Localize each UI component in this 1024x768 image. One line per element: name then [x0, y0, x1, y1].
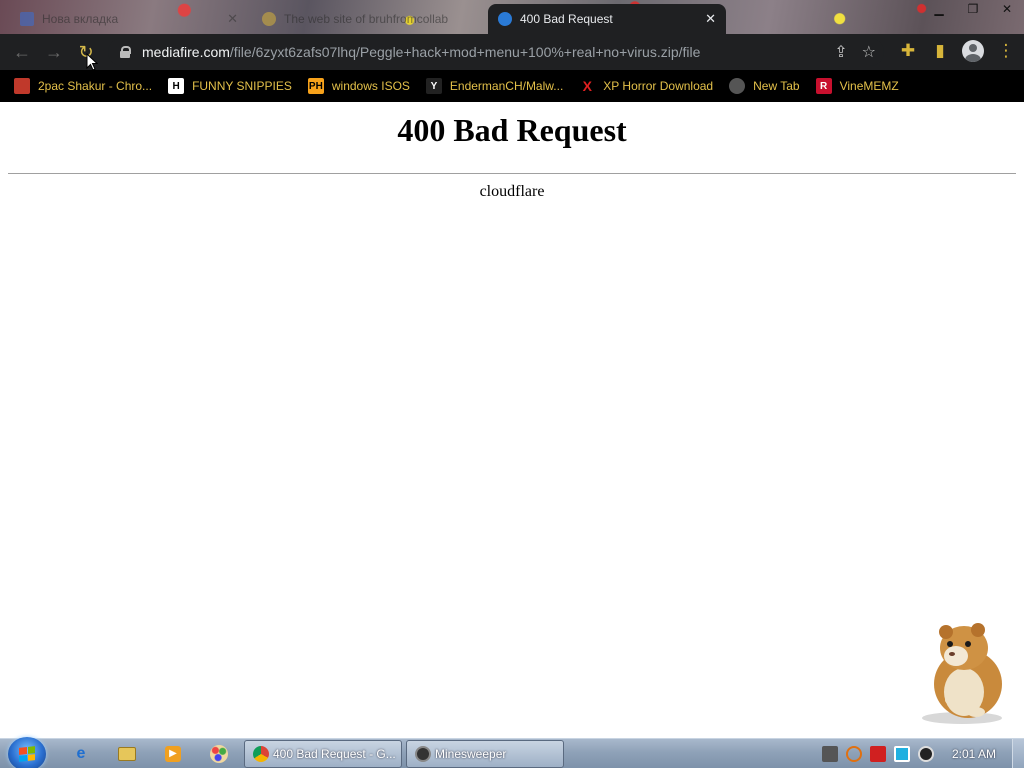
window-controls: ▁ ❐ ✕ — [922, 0, 1024, 20]
windows-taskbar: e ▶ 400 Bad Request - G... Minesweeper 2… — [0, 737, 1024, 768]
more-menu-icon[interactable]: ⋮ — [996, 41, 1016, 61]
bookmark-new-tab[interactable]: New Tab — [729, 78, 800, 94]
bookmark-label: FUNNY SNIPPIES — [192, 79, 292, 93]
bookmark-label: windows ISOS — [331, 79, 410, 93]
minimize-icon[interactable]: ▁ — [922, 0, 956, 20]
tab-new-tab[interactable]: Нова вкладка ✕ — [10, 4, 248, 34]
task-label: 400 Bad Request - G... — [273, 747, 396, 761]
bookmark-label: EndermanCH/Malw... — [449, 79, 564, 93]
mouse-cursor-icon — [86, 53, 98, 71]
back-arrow-icon[interactable]: ← — [6, 36, 38, 68]
profile-avatar-icon[interactable] — [962, 40, 984, 62]
file-explorer-icon[interactable] — [112, 742, 142, 766]
url-text[interactable]: mediafire.com/file/6zyxt6zafs07lhq/Peggl… — [142, 44, 700, 60]
system-tray: 2:01 AM — [821, 739, 1024, 768]
tab-title: 400 Bad Request — [520, 12, 613, 26]
server-name: cloudflare — [479, 183, 545, 200]
clock[interactable]: 2:01 AM — [952, 747, 996, 761]
url-host: mediafire.com — [142, 44, 230, 60]
bookmark-label: VineMEMZ — [839, 79, 899, 93]
network-icon[interactable] — [893, 746, 910, 762]
omnibox-actions: ⇪ ☆ — [834, 42, 876, 62]
url-path: /file/6zyxt6zafs07lhq/Peggle+hack+mod+me… — [229, 44, 701, 60]
bookmarks-bar: 2pac Shakur - Chro... H FUNNY SNIPPIES P… — [0, 70, 1024, 102]
browser-toolbar: ← → ↻ mediafire.com/file/6zyxt6zafs07lhq… — [0, 34, 1024, 70]
media-player-icon[interactable]: ▶ — [158, 742, 188, 766]
y-logo-icon: Y — [425, 78, 442, 94]
tab-title: The web site of bruhfromcollab — [284, 12, 449, 26]
mediafire-favicon-icon — [498, 12, 512, 26]
task-label: Minesweeper — [435, 747, 507, 761]
bookmark-label: New Tab — [753, 79, 800, 93]
close-window-icon[interactable]: ✕ — [990, 0, 1024, 20]
mine-icon — [415, 746, 431, 762]
show-desktop-button[interactable] — [1012, 739, 1024, 768]
internet-explorer-icon[interactable]: e — [66, 742, 96, 766]
address-bar[interactable]: mediafire.com/file/6zyxt6zafs07lhq/Peggl… — [108, 38, 884, 66]
hamster-mascot-icon[interactable] — [916, 614, 1012, 724]
chrome-icon — [253, 746, 269, 762]
extensions-puzzle-icon[interactable]: ✚ — [898, 41, 918, 61]
forward-arrow-icon[interactable]: → — [38, 36, 70, 68]
share-icon[interactable]: ⇪ — [834, 42, 847, 62]
close-icon[interactable]: ✕ — [227, 11, 238, 27]
h-logo-icon: H — [168, 78, 185, 94]
divider — [8, 173, 1016, 174]
taskbar-minesweeper-window[interactable]: Minesweeper — [406, 740, 564, 768]
taskbar-chrome-window[interactable]: 400 Bad Request - G... — [244, 740, 402, 768]
bookmark-2pac[interactable]: 2pac Shakur - Chro... — [14, 78, 152, 94]
site-favicon-icon — [262, 12, 276, 26]
close-tab-icon[interactable]: ✕ — [705, 11, 716, 27]
tab-400-bad-request[interactable]: 400 Bad Request ✕ — [488, 4, 726, 34]
tab-bruhfromcollab[interactable]: The web site of bruhfromcollab — [252, 4, 484, 34]
bookmark-windows-isos[interactable]: PH windows ISOS — [307, 78, 410, 94]
lock-icon[interactable] — [120, 46, 131, 58]
r-logo-icon: R — [815, 78, 832, 94]
paint-icon[interactable] — [204, 742, 234, 766]
volume-icon[interactable] — [917, 746, 934, 762]
bookmark-xp-horror[interactable]: X XP Horror Download — [579, 78, 714, 94]
bookmark-label: 2pac Shakur - Chro... — [38, 79, 153, 93]
bookmark-endermanch[interactable]: Y EndermanCH/Malw... — [425, 78, 564, 94]
bookmark-star-icon[interactable]: ☆ — [862, 42, 876, 62]
action-center-flag-icon[interactable] — [869, 746, 886, 762]
bookmark-funny-snippies[interactable]: H FUNNY SNIPPIES — [168, 78, 292, 94]
bookmark-label: XP Horror Download — [603, 79, 714, 93]
x-logo-icon: X — [582, 78, 592, 94]
start-button[interactable] — [8, 737, 46, 768]
globe-icon — [729, 78, 746, 94]
new-tab-favicon-icon — [20, 12, 34, 26]
page-heading: 400 Bad Request — [397, 112, 627, 148]
ph-logo-icon: PH — [307, 78, 324, 94]
tab-title: Нова вкладка — [42, 12, 119, 26]
tab-strip: Нова вкладка ✕ The web site of bruhfromc… — [0, 0, 1024, 34]
page-content: 400 Bad Request cloudflare — [0, 102, 1024, 738]
bookmark-favicon-icon — [14, 78, 30, 94]
toolbar-actions: ✚ ▮ ⋮ — [898, 40, 1016, 62]
restore-icon[interactable]: ❐ — [956, 0, 990, 20]
windows-logo-icon — [19, 746, 35, 762]
bookmark-vinememz[interactable]: R VineMEMZ — [815, 78, 899, 94]
search-magnifier-icon[interactable] — [845, 746, 862, 762]
tray-app-icon[interactable] — [821, 746, 838, 762]
side-panel-icon[interactable]: ▮ — [930, 41, 950, 61]
